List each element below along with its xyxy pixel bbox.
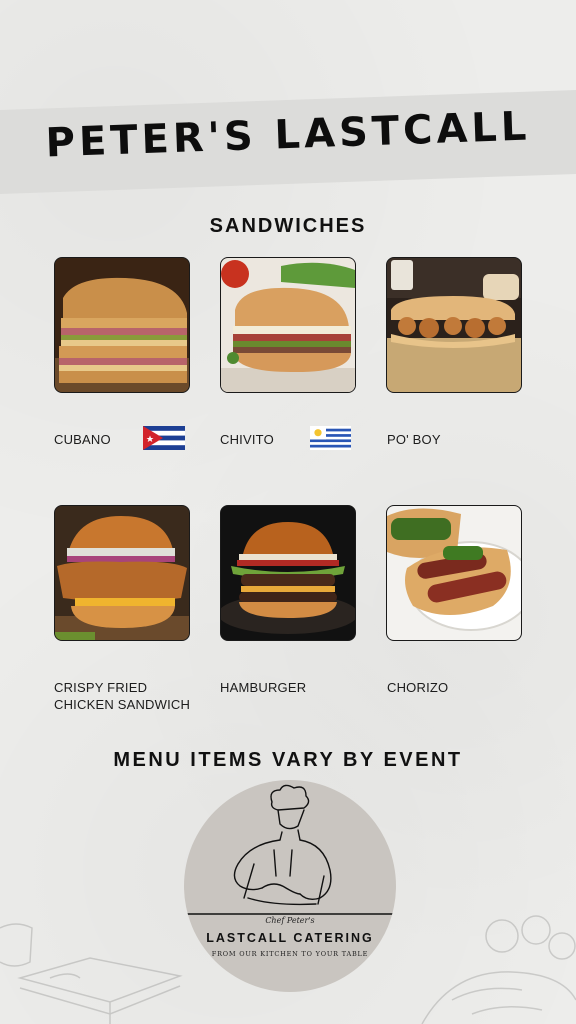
item-label-hamburger: HAMBURGER — [220, 680, 307, 695]
item-label-poboy: PO' BOY — [387, 432, 441, 447]
catering-logo: Chef Peter's LASTCALL CATERING FROM OUR … — [184, 780, 396, 992]
uruguay-flag-icon — [310, 426, 351, 450]
logo-tagline: FROM OUR KITCHEN TO YOUR TABLE — [211, 950, 369, 958]
cuba-flag-icon — [143, 426, 185, 450]
sandwich-sketch-icon — [0, 923, 183, 1024]
cubano-photo — [54, 257, 190, 393]
hamburger-photo — [220, 505, 356, 641]
logo-name: LASTCALL CATERING — [206, 931, 374, 945]
item-label-crispy-fried-chicken-sandwich: CRISPY FRIED CHICKEN SANDWICH — [54, 680, 191, 712]
item-label-chivito: CHIVITO — [220, 432, 274, 447]
food-platter-sketch-icon — [421, 915, 576, 1024]
item-label-cubano: CUBANO — [54, 432, 111, 447]
chivito-photo — [220, 257, 356, 393]
chef-illustration-icon — [184, 784, 396, 915]
section-title-sandwiches: SANDWICHES — [209, 215, 367, 237]
chorizo-photo — [386, 505, 522, 641]
item-label-chorizo: CHORIZO — [387, 680, 449, 695]
logo-signature: Chef Peter's — [265, 916, 315, 925]
poboy-photo — [386, 257, 522, 393]
fried-chicken-sandwich-photo — [54, 505, 190, 641]
section-title-note: MENU ITEMS VARY BY EVENT — [113, 749, 463, 771]
